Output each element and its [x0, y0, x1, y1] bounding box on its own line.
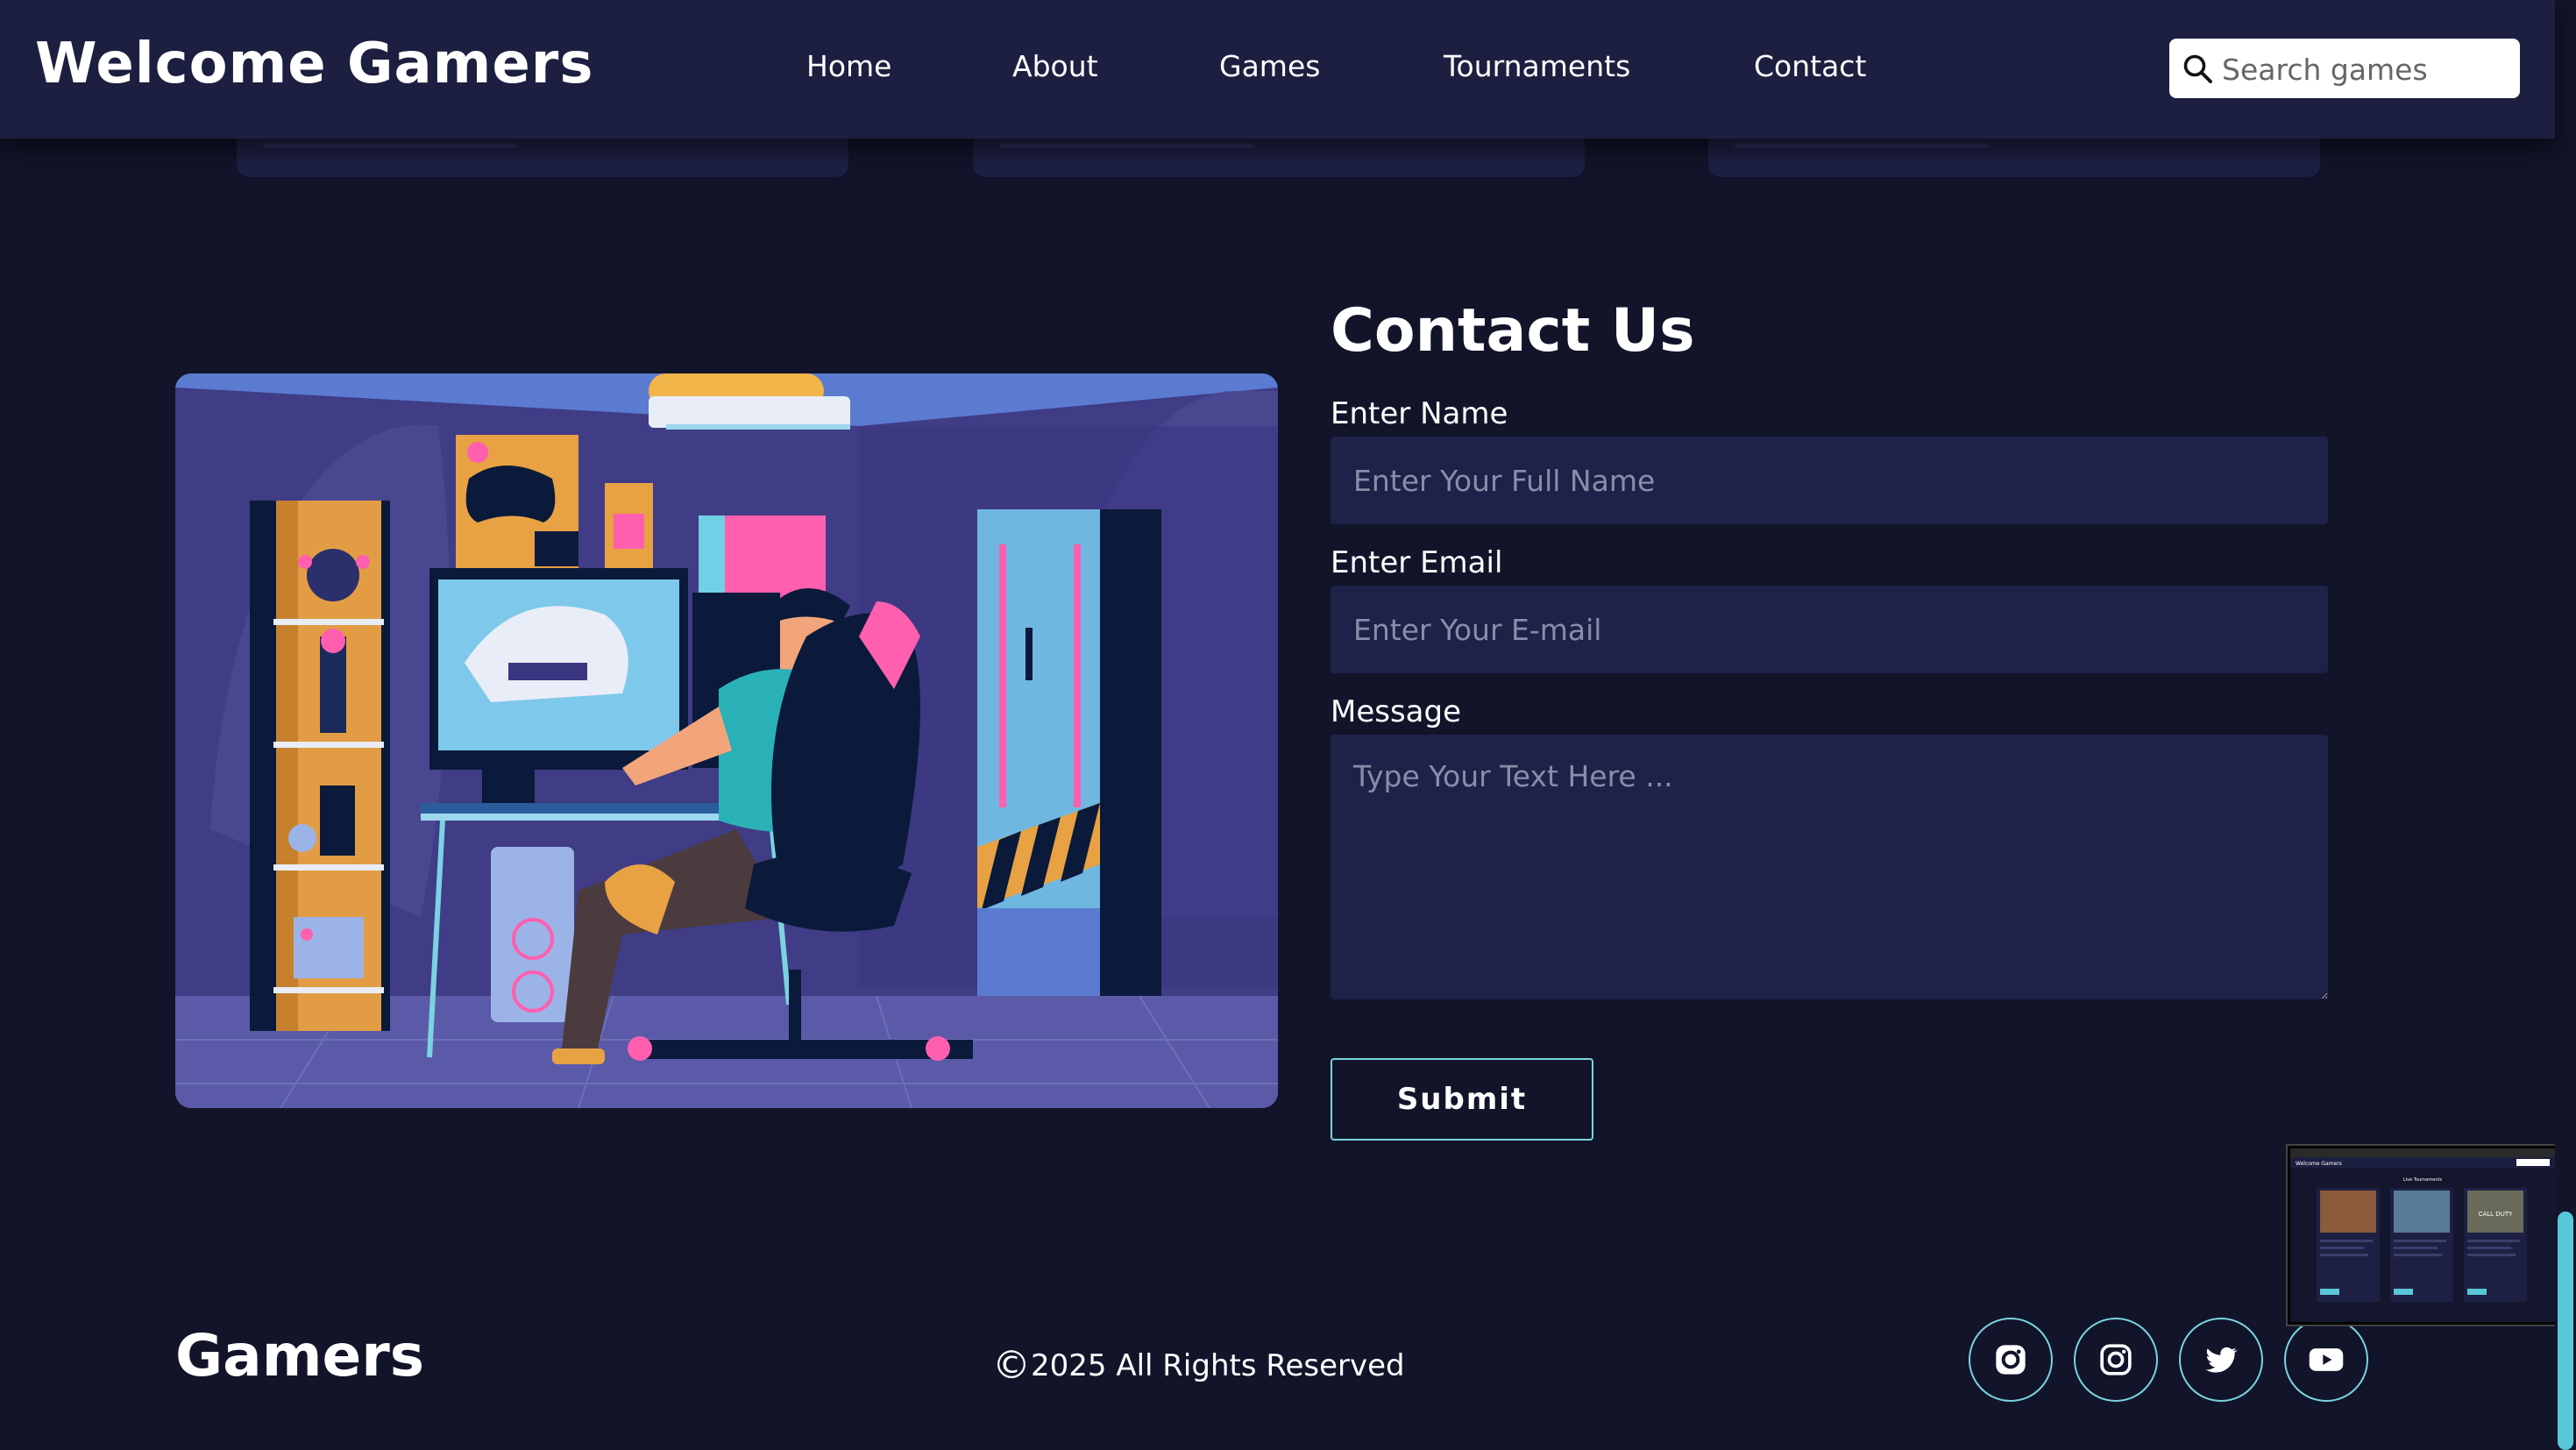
name-field[interactable] [1331, 437, 2328, 524]
instagram-icon [1996, 1345, 2026, 1375]
instagram-button-2[interactable] [2074, 1318, 2158, 1402]
search-box [2169, 39, 2520, 98]
search-input[interactable] [2220, 46, 2513, 93]
instagram-button[interactable] [1969, 1318, 2053, 1402]
email-label: Enter Email [1331, 545, 1503, 580]
site-logo[interactable]: Welcome Gamers [35, 32, 593, 96]
gamer-room-illustration [175, 373, 1278, 1108]
nav-games[interactable]: Games [1219, 49, 1320, 83]
nav-tournaments[interactable]: Tournaments [1444, 49, 1630, 83]
email-field[interactable] [1331, 586, 2328, 673]
nav-about[interactable]: About [1012, 49, 1098, 83]
submit-button[interactable]: Submit [1331, 1058, 1593, 1141]
instagram-icon [2100, 1344, 2132, 1375]
footer-logo: Gamers [175, 1322, 425, 1390]
thumbnail-card-label: CALL DUTY [2479, 1211, 2513, 1218]
scrollbar-thumb[interactable] [2558, 1212, 2573, 1450]
screen-preview-thumbnail[interactable]: Welcome Gamers Live Tournaments CALL DUT… [2288, 1146, 2558, 1325]
message-field[interactable] [1331, 735, 2328, 999]
name-label: Enter Name [1331, 396, 1508, 431]
top-nav-bar: Welcome Gamers Home About Games Tourname… [0, 0, 2555, 139]
twitter-icon [2205, 1347, 2239, 1373]
youtube-icon [2309, 1348, 2344, 1371]
message-label: Message [1331, 694, 1462, 729]
search-icon [2183, 54, 2212, 83]
nav-home[interactable]: Home [806, 49, 891, 83]
nav-contact[interactable]: Contact [1754, 49, 1866, 83]
contact-title: Contact Us [1331, 296, 1695, 366]
thumbnail-brand: Welcome Gamers [2296, 1161, 2342, 1167]
thumbnail-heading: Live Tournaments [2403, 1177, 2443, 1183]
copyright-label: 2025 All Rights Reserved [1031, 1348, 1405, 1383]
youtube-button[interactable] [2284, 1318, 2368, 1402]
twitter-button[interactable] [2179, 1318, 2263, 1402]
copyright-symbol: © [992, 1343, 1031, 1388]
copyright-text: ©2025 All Rights Reserved [992, 1343, 1405, 1388]
